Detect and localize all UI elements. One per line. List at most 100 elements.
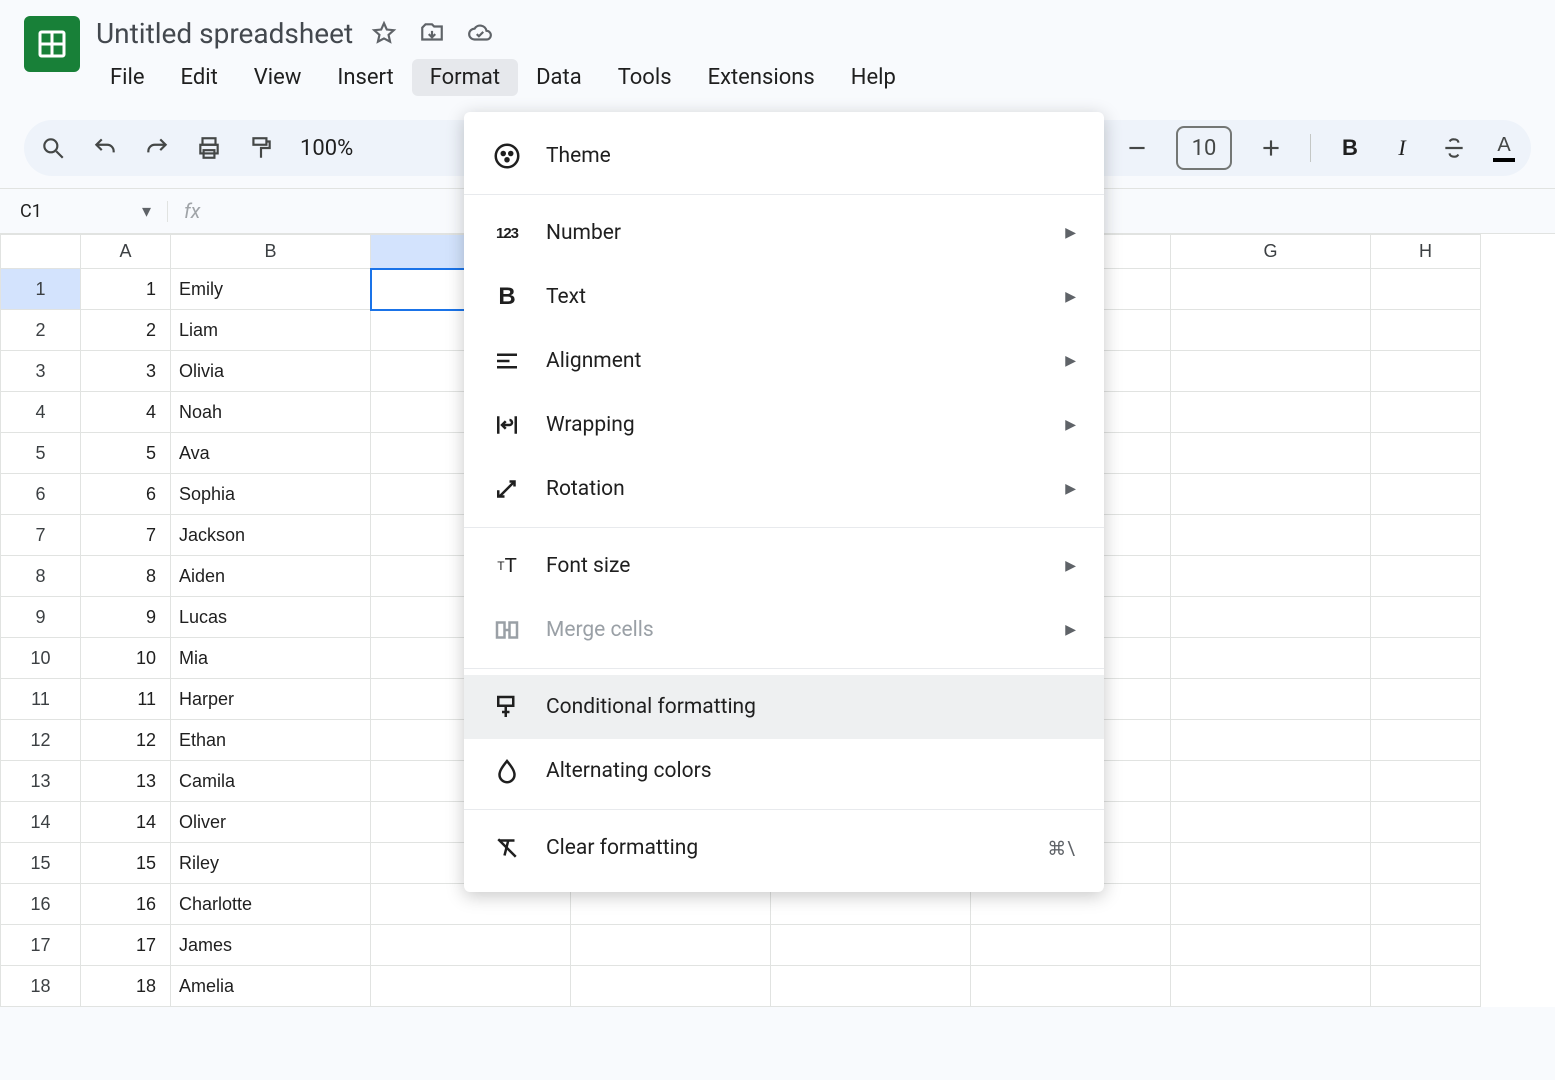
cell[interactable]: 12 bbox=[81, 720, 171, 761]
cell[interactable] bbox=[1371, 884, 1481, 925]
cell[interactable]: 3 bbox=[81, 351, 171, 392]
cloud-status-icon[interactable] bbox=[467, 20, 493, 46]
cell[interactable] bbox=[971, 966, 1171, 1007]
cell[interactable] bbox=[1371, 310, 1481, 351]
row-header[interactable]: 4 bbox=[1, 392, 81, 433]
cell[interactable] bbox=[1171, 392, 1371, 433]
cell[interactable]: 7 bbox=[81, 515, 171, 556]
cell[interactable] bbox=[371, 966, 571, 1007]
redo-icon[interactable] bbox=[144, 135, 170, 161]
menu-data[interactable]: Data bbox=[518, 59, 600, 96]
row-header[interactable]: 11 bbox=[1, 679, 81, 720]
font-size-increase-icon[interactable] bbox=[1258, 135, 1284, 161]
cell[interactable] bbox=[1371, 351, 1481, 392]
cell[interactable] bbox=[1171, 515, 1371, 556]
cell[interactable] bbox=[1171, 843, 1371, 884]
menu-view[interactable]: View bbox=[236, 59, 320, 96]
cell[interactable]: 2 bbox=[81, 310, 171, 351]
cell[interactable]: Riley bbox=[171, 843, 371, 884]
text-color-icon[interactable]: A bbox=[1493, 134, 1515, 162]
menu-extensions[interactable]: Extensions bbox=[690, 59, 833, 96]
cell[interactable] bbox=[1171, 351, 1371, 392]
cell[interactable] bbox=[1371, 966, 1481, 1007]
cell[interactable] bbox=[1171, 761, 1371, 802]
cell[interactable] bbox=[1371, 556, 1481, 597]
cell[interactable]: Liam bbox=[171, 310, 371, 351]
cell[interactable]: 17 bbox=[81, 925, 171, 966]
row-header[interactable]: 17 bbox=[1, 925, 81, 966]
cell[interactable] bbox=[1171, 474, 1371, 515]
cell[interactable] bbox=[1171, 720, 1371, 761]
font-size-input[interactable]: 10 bbox=[1176, 126, 1232, 170]
column-header[interactable]: H bbox=[1371, 235, 1481, 269]
menu-wrapping[interactable]: Wrapping ▶ bbox=[464, 393, 1104, 457]
cell[interactable] bbox=[1371, 925, 1481, 966]
move-icon[interactable] bbox=[419, 20, 445, 46]
row-header[interactable]: 10 bbox=[1, 638, 81, 679]
cell[interactable]: Camila bbox=[171, 761, 371, 802]
cell[interactable]: Ethan bbox=[171, 720, 371, 761]
cell[interactable] bbox=[771, 925, 971, 966]
menu-tools[interactable]: Tools bbox=[600, 59, 690, 96]
cell[interactable] bbox=[971, 925, 1171, 966]
cell[interactable] bbox=[1171, 433, 1371, 474]
bold-icon[interactable]: B bbox=[1337, 135, 1363, 161]
menu-conditional-formatting[interactable]: Conditional formatting bbox=[464, 675, 1104, 739]
cell[interactable]: 10 bbox=[81, 638, 171, 679]
cell[interactable]: 4 bbox=[81, 392, 171, 433]
strikethrough-icon[interactable] bbox=[1441, 135, 1467, 161]
cell[interactable] bbox=[1171, 556, 1371, 597]
zoom-level[interactable]: 100% bbox=[300, 136, 353, 161]
paint-format-icon[interactable] bbox=[248, 135, 274, 161]
cell[interactable]: Ava bbox=[171, 433, 371, 474]
cell[interactable]: Harper bbox=[171, 679, 371, 720]
cell[interactable]: 6 bbox=[81, 474, 171, 515]
column-header[interactable]: G bbox=[1171, 235, 1371, 269]
cell[interactable]: Mia bbox=[171, 638, 371, 679]
menu-alignment[interactable]: Alignment ▶ bbox=[464, 329, 1104, 393]
cell[interactable]: Sophia bbox=[171, 474, 371, 515]
undo-icon[interactable] bbox=[92, 135, 118, 161]
row-header[interactable]: 5 bbox=[1, 433, 81, 474]
cell[interactable]: 11 bbox=[81, 679, 171, 720]
cell[interactable] bbox=[1371, 433, 1481, 474]
row-header[interactable]: 6 bbox=[1, 474, 81, 515]
menu-help[interactable]: Help bbox=[833, 59, 914, 96]
cell[interactable]: Lucas bbox=[171, 597, 371, 638]
cell[interactable]: Jackson bbox=[171, 515, 371, 556]
cell[interactable]: 13 bbox=[81, 761, 171, 802]
cell[interactable] bbox=[1171, 638, 1371, 679]
cell[interactable] bbox=[1171, 802, 1371, 843]
column-header[interactable]: A bbox=[81, 235, 171, 269]
cell[interactable]: Charlotte bbox=[171, 884, 371, 925]
cell[interactable]: Emily bbox=[171, 269, 371, 310]
select-all-corner[interactable] bbox=[1, 235, 81, 269]
menu-insert[interactable]: Insert bbox=[319, 59, 411, 96]
font-size-decrease-icon[interactable] bbox=[1124, 135, 1150, 161]
menu-edit[interactable]: Edit bbox=[163, 59, 236, 96]
menu-clear-formatting[interactable]: Clear formatting ⌘\ bbox=[464, 816, 1104, 880]
cell[interactable] bbox=[1171, 597, 1371, 638]
cell[interactable] bbox=[571, 966, 771, 1007]
cell[interactable] bbox=[1371, 761, 1481, 802]
cell[interactable]: 16 bbox=[81, 884, 171, 925]
row-header[interactable]: 9 bbox=[1, 597, 81, 638]
menu-theme[interactable]: Theme bbox=[464, 124, 1104, 188]
cell[interactable] bbox=[1371, 720, 1481, 761]
cell[interactable]: Amelia bbox=[171, 966, 371, 1007]
row-header[interactable]: 1 bbox=[1, 269, 81, 310]
menu-font-size[interactable]: TT Font size ▶ bbox=[464, 534, 1104, 598]
cell[interactable]: 9 bbox=[81, 597, 171, 638]
menu-number[interactable]: 123 Number ▶ bbox=[464, 201, 1104, 265]
italic-icon[interactable]: I bbox=[1389, 135, 1415, 161]
menu-text[interactable]: B Text ▶ bbox=[464, 265, 1104, 329]
cell[interactable]: 5 bbox=[81, 433, 171, 474]
cell[interactable]: 8 bbox=[81, 556, 171, 597]
cell[interactable] bbox=[371, 925, 571, 966]
cell[interactable] bbox=[1171, 966, 1371, 1007]
row-header[interactable]: 7 bbox=[1, 515, 81, 556]
menu-file[interactable]: File bbox=[92, 59, 163, 96]
cell[interactable] bbox=[1371, 597, 1481, 638]
cell[interactable]: 14 bbox=[81, 802, 171, 843]
star-icon[interactable] bbox=[371, 20, 397, 46]
